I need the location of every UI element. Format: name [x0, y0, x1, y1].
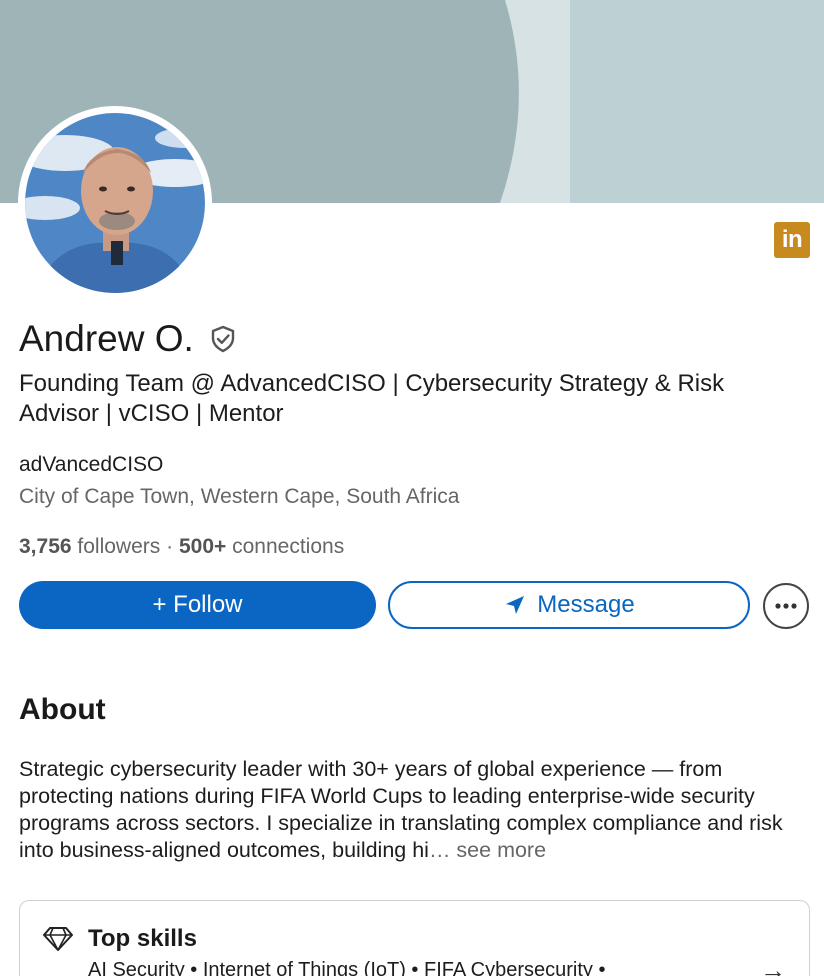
send-icon [506, 596, 525, 614]
see-more-link[interactable]: … see more [429, 838, 546, 862]
diamond-icon [43, 927, 73, 951]
followers-count[interactable]: 3,756 [19, 535, 72, 558]
about-text: Strategic cybersecurity leader with 30+ … [19, 756, 809, 864]
network-stats: 3,756 followers · 500+ connections [19, 535, 344, 559]
verified-shield-icon[interactable] [208, 324, 238, 354]
arrow-right-icon[interactable]: → [760, 955, 786, 976]
top-skills-card[interactable]: Top skills AI Security • Internet of Thi… [19, 900, 810, 976]
profile-location: City of Cape Town, Western Cape, South A… [19, 485, 460, 508]
followers-label[interactable]: followers [77, 535, 160, 558]
follow-button[interactable]: + Follow [19, 581, 376, 629]
profile-name: Andrew O. [19, 318, 194, 359]
avatar[interactable] [25, 113, 205, 293]
profile-headline: Founding Team @ AdvancedCISO | Cybersecu… [19, 370, 725, 427]
name-row: Andrew O. [19, 318, 238, 360]
follow-button-label: + Follow [152, 591, 243, 618]
connections-count[interactable]: 500+ [179, 535, 226, 558]
linkedin-icon: in [774, 222, 810, 258]
profile-photo[interactable] [18, 106, 212, 300]
more-actions-button[interactable] [763, 583, 809, 629]
top-skills-list: AI Security • Internet of Things (IoT) •… [88, 959, 606, 976]
more-dots-icon [775, 603, 797, 609]
current-company[interactable]: adVancedCISO [19, 453, 163, 477]
message-button-label: Message [537, 591, 635, 618]
about-heading: About [19, 693, 106, 726]
top-skills-heading: Top skills [88, 925, 197, 952]
stats-separator: · [166, 535, 174, 558]
about-body: Strategic cybersecurity leader with 30+ … [19, 757, 783, 862]
message-button[interactable]: Message [388, 581, 750, 629]
connections-label[interactable]: connections [232, 535, 344, 558]
